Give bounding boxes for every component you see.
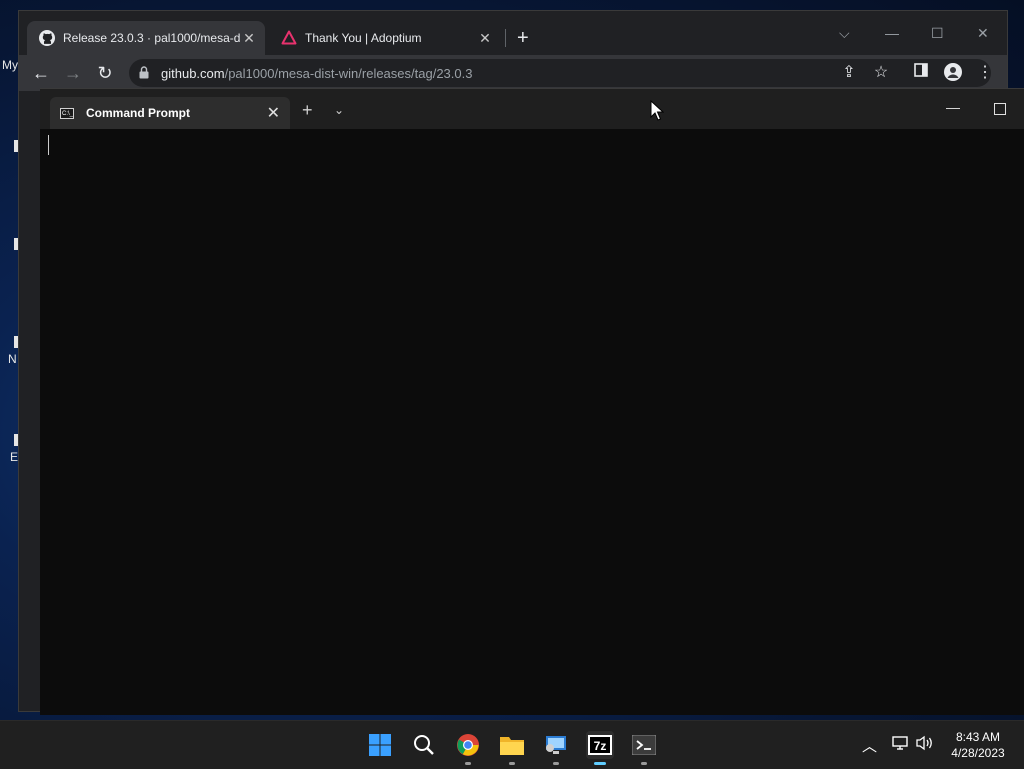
7zip-icon[interactable]: 7z [586,731,614,765]
running-indicator [641,762,647,765]
minimize-icon[interactable]: — [946,99,960,115]
terminal-window[interactable]: C:\_ Command Prompt ✕ + ⌄ — [40,88,1024,715]
terminal-tab[interactable]: C:\_ Command Prompt ✕ [50,97,290,129]
terminal-tab-title: Command Prompt [86,106,191,120]
text-cursor [48,135,49,155]
url-host: github.com [161,66,225,81]
command-prompt-icon: C:\_ [60,107,74,119]
volume-icon[interactable] [916,735,934,755]
running-indicator [509,762,515,765]
browser-tab-strip: Release 23.0.3 · pal1000/mesa-dist-win ✕… [19,11,1007,55]
bookmark-star-icon[interactable]: ☆ [871,63,891,83]
remote-desktop-icon[interactable] [542,731,570,765]
address-bar[interactable]: github.com/pal1000/mesa-dist-win/release… [129,59,991,87]
tab-search-chevron-icon[interactable]: ⌵ [839,25,850,42]
minimize-icon[interactable]: — [885,25,899,41]
mouse-pointer-icon [650,99,665,125]
network-icon[interactable] [892,735,910,755]
url-text: github.com/pal1000/mesa-dist-win/release… [161,66,472,81]
active-indicator [594,762,606,765]
tab-title: Release 23.0.3 · pal1000/mesa-dist-win [63,31,241,45]
maximize-icon[interactable] [994,103,1006,115]
adoptium-icon [281,30,297,46]
browser-toolbar: ← → ↻ github.com/pal1000/mesa-dist-win/r… [19,55,1007,91]
7zip-label: 7z [594,739,607,753]
tab-separator [505,29,506,47]
close-tab-icon[interactable]: ✕ [241,30,257,46]
forward-arrow-icon[interactable]: → [63,63,83,83]
desktop-label-e[interactable]: E [10,450,18,464]
new-terminal-tab-icon[interactable]: + [302,101,313,119]
github-icon [39,30,55,46]
new-tab-icon[interactable]: + [517,28,529,48]
chrome-icon[interactable] [454,731,482,765]
tab-title: Thank You | Adoptium [305,31,422,45]
desktop-label-n[interactable]: N [8,352,17,366]
clock-time: 8:43 AM [955,730,1001,744]
share-icon[interactable]: ⇪ [839,63,859,83]
maximize-icon[interactable]: ☐ [931,25,944,42]
clock-date: 4/28/2023 [951,746,1005,760]
running-indicator [465,762,471,765]
url-path: /pal1000/mesa-dist-win/releases/tag/23.0… [224,66,473,81]
chevron-up-icon[interactable]: ︿ [862,735,877,756]
desktop-label-my[interactable]: My [2,58,18,72]
browser-tab-adoptium[interactable]: Thank You | Adoptium ✕ [269,21,501,55]
taskbar: 7z ︿ 8:43 AM 4/28/2023 [0,720,1024,769]
profile-icon[interactable] [943,63,963,83]
side-panel-icon[interactable] [911,63,931,83]
terminal-icon[interactable] [630,731,658,765]
more-menu-icon[interactable]: ⋮ [975,63,995,83]
terminal-titlebar[interactable]: C:\_ Command Prompt ✕ + ⌄ — [40,89,1024,129]
reload-icon[interactable]: ↻ [95,63,115,83]
close-tab-icon[interactable]: ✕ [477,30,493,46]
chevron-down-icon[interactable]: ⌄ [334,103,344,117]
start-icon[interactable] [366,731,394,759]
lock-icon[interactable] [139,66,149,82]
running-indicator [553,762,559,765]
back-arrow-icon[interactable]: ← [31,63,51,83]
file-explorer-icon[interactable] [498,731,526,765]
system-clock[interactable]: 8:43 AM 4/28/2023 [940,729,1016,761]
close-tab-icon[interactable]: ✕ [267,103,280,123]
search-icon[interactable] [410,731,438,759]
close-window-icon[interactable]: ✕ [977,25,989,42]
browser-tab-github[interactable]: Release 23.0.3 · pal1000/mesa-dist-win ✕ [27,21,265,55]
